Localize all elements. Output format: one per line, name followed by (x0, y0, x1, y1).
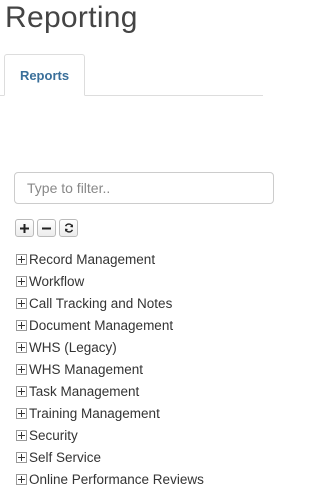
expand-icon[interactable] (16, 407, 27, 419)
tree-item-label: Call Tracking and Notes (29, 295, 173, 311)
refresh-icon (64, 223, 73, 233)
tree-item-self-service[interactable]: Self Service (14, 446, 204, 468)
expand-icon[interactable] (16, 275, 27, 287)
tree-item-record-management[interactable]: Record Management (14, 248, 204, 270)
expand-icon[interactable] (16, 451, 27, 463)
tree-item-label: Document Management (29, 317, 174, 333)
tree-item-label: WHS Management (29, 361, 144, 377)
minus-icon (42, 227, 51, 229)
tab-reports-label: Reports (19, 67, 70, 83)
expand-icon[interactable] (16, 341, 27, 353)
tree-toolbar (15, 219, 78, 237)
tree-item-training-management[interactable]: Training Management (14, 402, 204, 424)
page-title: Reporting (5, 1, 138, 34)
expand-icon[interactable] (16, 319, 27, 331)
expand-icon[interactable] (16, 473, 27, 485)
tree-item-security[interactable]: Security (14, 424, 204, 446)
tree-item-label: WHS (Legacy) (29, 339, 117, 355)
tree-item-label: Training Management (29, 405, 160, 421)
filter-input[interactable] (14, 172, 274, 204)
tree-item-label: Workflow (29, 273, 85, 289)
tree-item-whs-legacy[interactable]: WHS (Legacy) (14, 336, 204, 358)
tree-item-task-management[interactable]: Task Management (14, 380, 204, 402)
plus-icon (20, 223, 29, 233)
expand-icon[interactable] (16, 253, 27, 265)
tree-item-document-management[interactable]: Document Management (14, 314, 204, 336)
expand-icon[interactable] (16, 429, 27, 441)
tree-item-label: Security (29, 427, 78, 443)
tree-item-label: Online Performance Reviews (29, 471, 204, 487)
tree-item-call-tracking[interactable]: Call Tracking and Notes (14, 292, 204, 314)
tree-item-label: Self Service (29, 449, 102, 465)
expand-icon[interactable] (16, 385, 27, 397)
expand-icon[interactable] (16, 363, 27, 375)
tree-item-workflow[interactable]: Workflow (14, 270, 204, 292)
tab-reports[interactable]: Reports (4, 54, 85, 96)
tree-item-label: Task Management (29, 383, 140, 399)
expand-icon[interactable] (16, 297, 27, 309)
tree-item-whs-management[interactable]: WHS Management (14, 358, 204, 380)
report-tree: Record Management Workflow Call Tracking… (14, 248, 204, 490)
expand-all-button[interactable] (15, 219, 34, 237)
collapse-all-button[interactable] (37, 219, 56, 237)
tree-item-label: Record Management (29, 251, 156, 267)
tree-item-online-performance-reviews[interactable]: Online Performance Reviews (14, 468, 204, 490)
refresh-button[interactable] (59, 219, 78, 237)
